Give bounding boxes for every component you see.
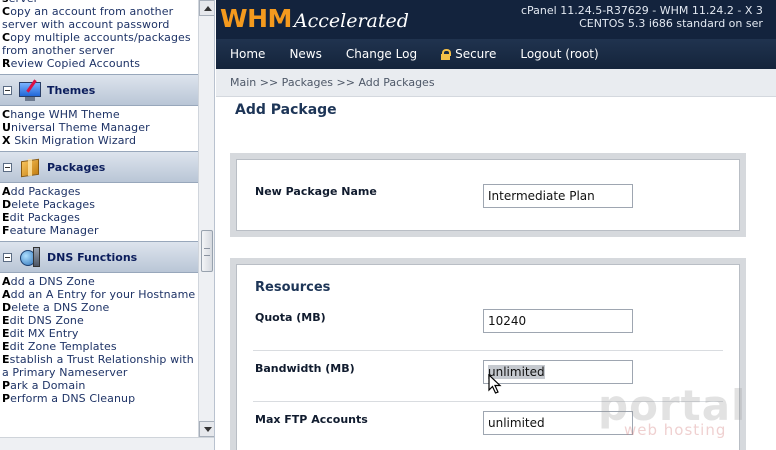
nav-logout-label: Logout (root) [520,47,599,61]
sidebar-link-dns-cleanup[interactable]: Perform a DNS Cleanup [2,392,198,405]
scroll-thumb[interactable] [201,230,213,272]
sidebar-link-add-packages[interactable]: Add Packages [2,185,198,198]
sidebar-link-universal-theme[interactable]: Universal Theme Manager [2,121,198,134]
sidebar-themes-links: Change WHM Theme Universal Theme Manager… [0,106,198,151]
max-ftp-row: Max FTP Accounts [253,403,723,450]
sidebar-link-edit-dns-zone[interactable]: Edit DNS Zone [2,314,198,327]
package-name-label: New Package Name [255,185,377,198]
package-name-row: New Package Name [253,172,723,222]
version-info: cPanel 11.24.5-R37629 - WHM 11.24.2 - X … [521,4,763,30]
section-title-dns: DNS Functions [47,250,138,264]
sidebar: server Copy an account from another serv… [0,0,215,450]
resources-panel-inner: Resources Quota (MB) Bandwidth (MB) unli… [236,264,740,450]
top-header: WHM Accelerated cPanel 11.24.5-R37629 - … [216,0,776,39]
nav-change-log[interactable]: Change Log [346,47,417,61]
version-line-2: CENTOS 5.3 i686 standard on ser [579,17,763,30]
sidebar-section-packages[interactable]: Packages [0,151,198,183]
breadcrumb[interactable]: Main >> Packages >> Add Packages [216,69,776,97]
bandwidth-input[interactable]: unlimited [483,360,633,384]
nav-home[interactable]: Home [230,47,265,61]
sidebar-link-edit-zone-templates[interactable]: Edit Zone Templates [2,340,198,353]
resources-panel: Resources Quota (MB) Bandwidth (MB) unli… [230,258,746,450]
sidebar-link-x-skin[interactable]: X Skin Migration Wizard [2,134,198,147]
sidebar-section-themes[interactable]: Themes [0,74,198,106]
quota-input[interactable] [483,309,633,333]
sidebar-link-feature-manager[interactable]: Feature Manager [2,224,198,237]
collapse-minus-icon[interactable] [3,85,12,95]
scroll-down-arrow-icon[interactable] [199,421,214,437]
lock-icon [441,49,452,60]
nav-secure[interactable]: Secure [441,47,496,61]
nav-news-label: News [289,47,322,61]
page-title: Add Package [235,102,337,118]
sidebar-scrollbar[interactable] [198,0,214,437]
package-name-panel-inner: New Package Name [236,159,740,231]
collapse-minus-icon[interactable] [3,162,12,172]
sidebar-dns-links: Add a DNS Zone Add an A Entry for your H… [0,273,198,409]
nav-logout[interactable]: Logout (root) [520,47,598,61]
nav-news[interactable]: News [289,47,321,61]
sidebar-link-add-dns-zone[interactable]: Add a DNS Zone [2,275,198,288]
whm-logo[interactable]: WHM Accelerated [220,4,409,34]
section-title-themes: Themes [47,83,96,97]
sidebar-link-edit-mx[interactable]: Edit MX Entry [2,327,198,340]
logo-sub-text: Accelerated [293,10,409,32]
sidebar-link-review-copied[interactable]: Review Copied Accounts [2,57,198,70]
logo-main-text: WHM [220,4,292,33]
monitor-theme-icon [17,77,43,103]
section-title-packages: Packages [47,160,106,174]
quota-row: Quota (MB) [253,301,723,351]
nav-home-label: Home [230,47,266,61]
package-name-panel: New Package Name [230,153,746,237]
max-ftp-input[interactable] [483,411,633,435]
main-navbar: Home News Change Log Secure Logout (root… [216,39,776,69]
sidebar-link-delete-dns-zone[interactable]: Delete a DNS Zone [2,301,198,314]
sidebar-link-park-domain[interactable]: Park a Domain [2,379,198,392]
resources-title: Resources [255,280,331,295]
sidebar-link-trust-relationship[interactable]: Establish a Trust Relationship with a Pr… [2,353,198,379]
package-box-icon [17,154,43,180]
sidebar-section-dns[interactable]: DNS Functions [0,241,198,273]
version-line-1: cPanel 11.24.5-R37629 - WHM 11.24.2 - X … [521,4,763,17]
nav-change-log-label: Change Log [345,47,418,61]
sidebar-link-edit-packages[interactable]: Edit Packages [2,211,198,224]
quota-label: Quota (MB) [255,311,326,324]
bandwidth-label: Bandwidth (MB) [255,362,355,375]
max-ftp-label: Max FTP Accounts [255,413,368,426]
sidebar-link-delete-packages[interactable]: Delete Packages [2,198,198,211]
sidebar-link-copy-account[interactable]: Copy an account from another server with… [2,5,198,31]
sidebar-packages-links: Add Packages Delete Packages Edit Packag… [0,183,198,241]
sidebar-link-add-a-entry[interactable]: Add an A Entry for your Hostname [2,288,198,301]
sidebar-horizontal-scrollbar[interactable] [0,437,214,450]
collapse-minus-icon[interactable] [3,252,12,262]
sidebar-link-copy-multiple[interactable]: Copy multiple accounts/packages from ano… [2,31,198,57]
scroll-up-arrow-icon[interactable] [199,0,214,16]
sidebar-content: server Copy an account from another serv… [0,0,198,437]
sidebar-top-links: server Copy an account from another serv… [0,0,198,74]
package-name-input[interactable] [483,184,633,208]
nav-secure-label: Secure [455,47,497,61]
sidebar-link-change-theme[interactable]: Change WHM Theme [2,108,198,121]
dns-globe-icon [17,244,43,270]
